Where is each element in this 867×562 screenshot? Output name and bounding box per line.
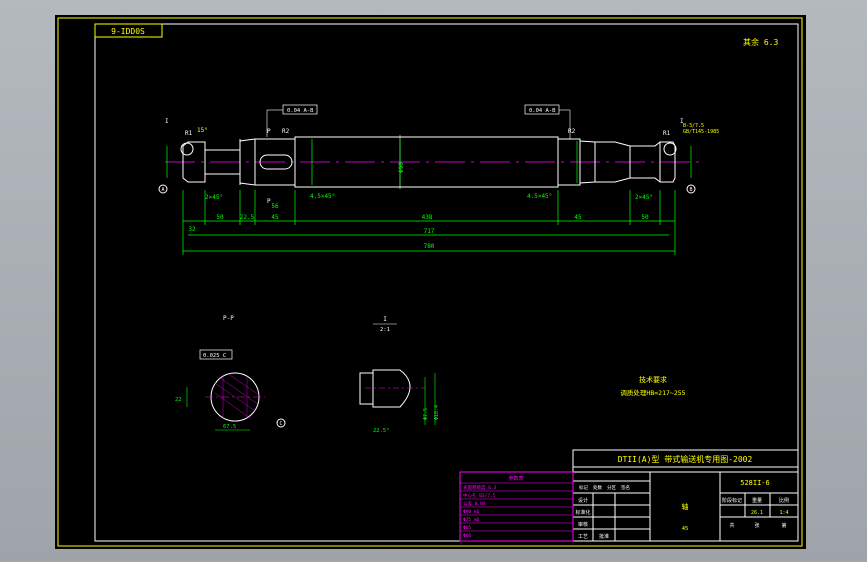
role-label: 批准 xyxy=(599,533,609,540)
depth-text: 67.5 xyxy=(223,424,236,430)
param-row: 表面粗糙度 6.3 xyxy=(463,484,497,491)
radius-label: R1 xyxy=(663,130,671,137)
surface-finish-mark: 其余 6.3 xyxy=(743,37,778,47)
rev-label: 分区 xyxy=(607,484,616,491)
detail-dim-a: Φ7.5 xyxy=(423,408,429,420)
detail-label: I xyxy=(383,316,387,323)
detail-angle: 22.5° xyxy=(373,428,390,434)
section-marker: P xyxy=(267,198,271,205)
sheet-label: 第 xyxy=(781,522,786,529)
dim-seg-text: 22.5 xyxy=(240,214,255,221)
param-row: 公差 0.04 xyxy=(463,500,486,507)
dim-438-text: 438 xyxy=(422,214,433,221)
param-table-title: 参数表 xyxy=(508,475,523,482)
radius-label: R1 xyxy=(185,130,193,137)
drawing-sheet: 9-IDD0S 其余 6.3 780 717 438 32 50 22.5 45… xyxy=(55,15,806,549)
cad-viewport[interactable]: 9-IDD0S 其余 6.3 780 717 438 32 50 22.5 45… xyxy=(0,0,867,562)
dim-seg-text: 50 xyxy=(216,214,224,221)
weight-value: 26.1 xyxy=(751,510,763,516)
tech-req-line1: 调质处理HB=217~255 xyxy=(620,388,685,397)
scale-value: 1:4 xyxy=(779,510,788,516)
tech-req-title: 技术要求 xyxy=(639,375,667,384)
chamfer-left-text: 2×45° xyxy=(205,194,223,201)
role-label: 标准化 xyxy=(575,509,590,516)
rev-label: 标记 xyxy=(579,484,588,491)
dim-seg-text: 56 xyxy=(271,203,279,210)
param-row: Φ60 xyxy=(463,533,471,539)
drawing-canvas: 9-IDD0S 其余 6.3 780 717 438 32 50 22.5 45… xyxy=(55,15,806,549)
param-row: Φ90 k6 xyxy=(463,509,480,515)
drawing-number: 528II-6 xyxy=(740,479,770,487)
rev-label: 处数 xyxy=(593,484,602,491)
chamfer-mid-left-text: 4.5×45° xyxy=(310,193,335,200)
param-row: Φ65 xyxy=(463,525,471,531)
dim-seg-text: 50 xyxy=(641,214,649,221)
tolerance-text: 0.04 A-B xyxy=(529,108,556,114)
sheet-background xyxy=(55,15,806,549)
dim-seg-text: 32 xyxy=(188,226,196,233)
dim-seg-text: 45 xyxy=(574,214,582,221)
role-label: 审核 xyxy=(578,521,588,528)
chamfer-right-text: 2×45° xyxy=(635,194,653,201)
stage-label: 阶段标记 xyxy=(722,497,742,504)
center-hole-std: GB/T145-1985 xyxy=(683,129,719,135)
datum-label: B xyxy=(689,187,692,193)
dim-overall-text: 780 xyxy=(424,243,435,250)
section-tolerance-text: 0.025 C xyxy=(203,353,226,359)
detail-marker: I xyxy=(165,118,169,125)
series-title: DTII(A)型 带式输送机专用图-2002 xyxy=(618,454,753,464)
code-box-text: 9-IDD0S xyxy=(111,27,145,36)
key-width-text: 22 xyxy=(175,397,182,403)
param-row: Φ75 m6 xyxy=(463,517,480,523)
datum-label: C xyxy=(279,421,282,427)
dim-seg-text: 45 xyxy=(271,214,279,221)
radius-label: R2 xyxy=(282,128,290,135)
rev-label: 签名 xyxy=(621,484,630,491)
material: 45 xyxy=(682,526,689,532)
radius-label: R2 xyxy=(568,128,576,135)
detail-scale: 2:1 xyxy=(380,327,390,333)
chamfer-mid-right-text: 4.5×45° xyxy=(527,193,552,200)
part-name: 轴 xyxy=(682,502,689,511)
section-label: P-P xyxy=(223,315,234,322)
diameter-main-text: Φ90 xyxy=(398,162,405,173)
dim-717-text: 717 xyxy=(424,228,435,235)
tolerance-text: 0.04 A-B xyxy=(287,108,314,114)
datum-label: A xyxy=(161,187,164,193)
role-label: 设计 xyxy=(578,497,588,504)
role-label: 工艺 xyxy=(578,534,588,540)
unit-label: 张 xyxy=(754,522,759,529)
weight-label: 重量 xyxy=(752,497,762,504)
detail-dim-b: Φ16.4 xyxy=(434,405,440,420)
scale-label: 比例 xyxy=(779,497,789,504)
section-marker: P xyxy=(267,128,271,135)
angle-note: 15° xyxy=(197,127,208,134)
share-label: 共 xyxy=(729,522,734,529)
param-row: 中心孔 B3/7.5 xyxy=(463,492,496,499)
